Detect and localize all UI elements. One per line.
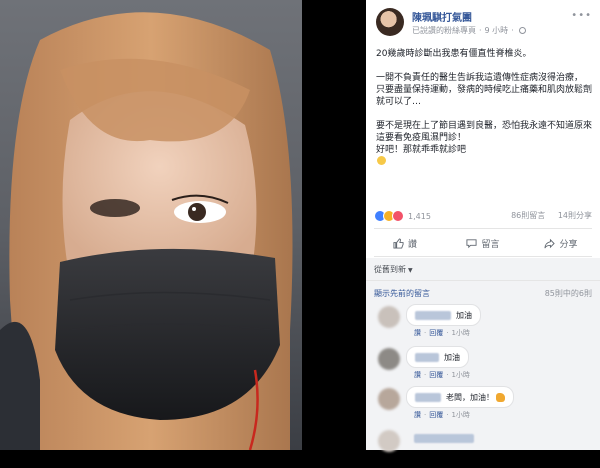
post-paragraph-3: 要不是現在上了節目遇到良醫，恐怕我永遠不知道原來這要看免疫風濕門診！ 好吧！那就… — [376, 120, 592, 165]
comment-text: 老闆，加油！ — [446, 392, 494, 402]
comment-text: 加油 — [456, 310, 472, 320]
post-line: 要不是現在上了節目遇到良醫，恐怕我永遠不知道原來這要看免疫風濕門診！ — [376, 121, 593, 143]
comment-bubble: 加油 — [406, 346, 469, 368]
flexed-biceps-emoji-icon — [496, 392, 505, 402]
comment-bubble — [406, 428, 487, 448]
comment-time[interactable]: 1小時 — [451, 411, 469, 419]
post-stats: 86則留言 14則分享 — [501, 210, 592, 221]
love-reaction-icon — [392, 210, 404, 222]
comment-reply-link[interactable]: 回覆 — [429, 329, 443, 337]
sort-label: 從舊到新 — [374, 265, 406, 274]
share-button[interactable]: 分享 — [522, 232, 600, 254]
commenter-name-redacted[interactable] — [415, 352, 439, 362]
comment-item: 加油 讚 · 回覆 · 1小時 — [374, 304, 592, 344]
divider — [374, 228, 592, 229]
commenter-name-redacted[interactable] — [415, 310, 451, 320]
comment-time[interactable]: 1小時 — [451, 329, 469, 337]
comment-count[interactable]: 86則留言 — [511, 211, 545, 220]
comment-actions: 讚 · 回覆 · 1小時 — [414, 329, 470, 337]
comment-bubble: 老闆，加油！ — [406, 386, 514, 408]
reaction-count: 1,415 — [408, 211, 431, 221]
post-line: 只要盡量保持運動，發病的時候吃止痛藥和肌肉放鬆劑就可以了… — [376, 85, 593, 107]
comments-section: 從舊到新 ▼ 顯示先前的留言 85則中的6則 加油 讚 · 回覆 · 1小時 加… — [366, 258, 600, 452]
comment-sort-dropdown[interactable]: 從舊到新 ▼ — [374, 264, 413, 275]
comment-label: 留言 — [481, 239, 500, 250]
comment-reply-link[interactable]: 回覆 — [429, 411, 443, 419]
smile-emoji-icon — [377, 156, 386, 165]
comment-like-link[interactable]: 讚 — [414, 329, 421, 337]
post-line: 一開不負責任的醫生告訴我這遺傳性症病沒得治療， — [376, 73, 584, 83]
post-line-last: 好吧！那就乖乖就診吧 — [376, 144, 592, 165]
commenter-name-redacted[interactable] — [414, 433, 474, 443]
comment-button[interactable]: 留言 — [444, 232, 522, 254]
reactions-summary[interactable]: 1,415 — [374, 209, 431, 223]
post-line-text: 好吧！那就乖乖就診吧 — [376, 145, 467, 155]
page-name[interactable]: 陳珮騏打氣團 — [412, 9, 472, 24]
comment-actions: 讚 · 回覆 · 1小時 — [414, 411, 470, 419]
divider — [374, 256, 592, 257]
commenter-avatar[interactable] — [378, 348, 400, 370]
commenter-avatar[interactable] — [378, 430, 400, 452]
globe-icon — [518, 27, 526, 34]
post-line: 20幾歲時診斷出我患有僵直性脊椎炎。 — [376, 49, 532, 59]
commenter-avatar[interactable] — [378, 388, 400, 410]
post-paragraph-1: 20幾歲時診斷出我患有僵直性脊椎炎。 — [376, 48, 592, 60]
comment-reply-link[interactable]: 回覆 — [429, 371, 443, 379]
comment-bubble: 加油 — [406, 304, 481, 326]
previous-comments-row: 顯示先前的留言 85則中的6則 — [374, 288, 592, 299]
more-icon[interactable]: ••• — [571, 10, 592, 21]
post-meta: 已說讚的粉絲專頁 · 9 小時 · — [412, 25, 526, 36]
share-label: 分享 — [559, 239, 578, 250]
like-icon — [393, 237, 404, 249]
comment-item: 加油 讚 · 回覆 · 1小時 — [374, 346, 592, 386]
comment-item: 老闆，加油！ 讚 · 回覆 · 1小時 — [374, 386, 592, 426]
post-time[interactable]: 9 小時 — [485, 26, 509, 35]
commenter-name-redacted[interactable] — [415, 392, 441, 402]
comment-text: 加油 — [444, 352, 460, 362]
comment-time[interactable]: 1小時 — [451, 371, 469, 379]
action-bar: 讚 留言 分享 — [366, 232, 600, 254]
like-label: 讚 — [407, 239, 417, 250]
comment-icon — [466, 238, 478, 248]
comment-like-link[interactable]: 讚 — [414, 411, 421, 419]
divider — [366, 280, 600, 281]
post-panel: 陳珮騏打氣團 已說讚的粉絲專頁 · 9 小時 · ••• 20幾歲時診斷出我患有僵直性… — [366, 0, 600, 452]
comment-item-partial — [374, 428, 592, 468]
post-text: 20幾歲時診斷出我患有僵直性脊椎炎。 一開不負責任的醫生告訴我這遺傳性症病沒得治… — [376, 48, 592, 177]
selfie-illustration — [0, 0, 302, 450]
commenter-avatar[interactable] — [378, 306, 400, 328]
comment-actions: 讚 · 回覆 · 1小時 — [414, 371, 470, 379]
comment-like-link[interactable]: 讚 — [414, 371, 421, 379]
view-previous-comments-link[interactable]: 顯示先前的留言 — [374, 289, 430, 298]
page-avatar[interactable] — [376, 8, 404, 36]
chevron-down-icon: ▼ — [408, 267, 413, 274]
post-paragraph-2: 一開不負責任的醫生告訴我這遺傳性症病沒得治療， 只要盡量保持運動，發病的時候吃止… — [376, 72, 592, 108]
share-count[interactable]: 14則分享 — [558, 211, 592, 220]
comments-shown-count: 85則中的6則 — [544, 289, 592, 298]
page-status: 已說讚的粉絲專頁 — [412, 26, 476, 35]
photo-viewer: 陳珮騏打氣團 已說讚的粉絲專頁 · 9 小時 · ••• 20幾歲時診斷出我患有僵直性… — [0, 0, 600, 452]
like-button[interactable]: 讚 — [366, 232, 444, 254]
share-icon — [544, 238, 556, 248]
post-photo[interactable] — [0, 0, 302, 450]
